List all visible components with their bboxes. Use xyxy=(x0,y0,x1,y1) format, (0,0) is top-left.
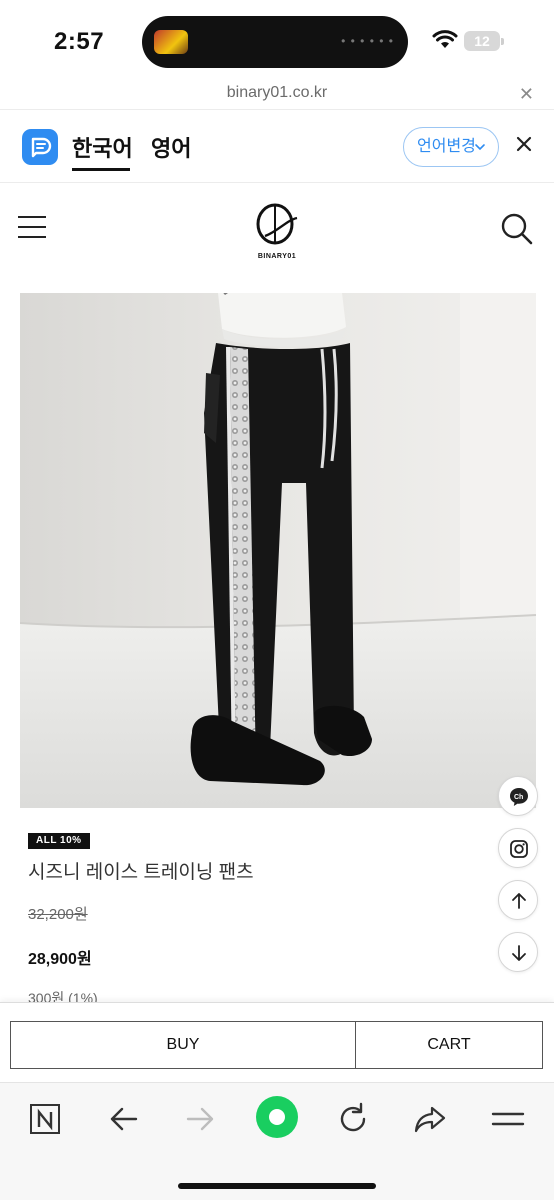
sale-price: 28,900원 xyxy=(28,951,92,968)
original-price: 32,200원 xyxy=(28,906,88,923)
dynamic-island: • • • • • • xyxy=(142,16,408,68)
chat-icon: Ch xyxy=(510,788,528,806)
change-language-button[interactable]: 언어변경 xyxy=(403,127,499,167)
product-image[interactable] xyxy=(20,293,536,808)
cart-button[interactable]: CART xyxy=(355,1021,543,1069)
translate-bar: 한국어 영어 언어변경 xyxy=(0,111,554,183)
close-icon[interactable]: ✕ xyxy=(519,84,534,105)
discount-badge: ALL 10% xyxy=(28,833,90,849)
naver-icon[interactable] xyxy=(26,1099,66,1139)
arrow-up-icon xyxy=(512,893,526,909)
brand-logo[interactable]: BINARY01 xyxy=(250,200,304,260)
wifi-icon xyxy=(432,30,458,48)
change-language-label: 언어변경 xyxy=(417,138,476,155)
search-icon[interactable] xyxy=(500,212,534,246)
live-activity-app-icon xyxy=(154,30,188,54)
scroll-top-button[interactable] xyxy=(498,880,538,920)
home-indicator xyxy=(178,1183,376,1189)
buy-button[interactable]: BUY xyxy=(10,1021,356,1069)
chat-button[interactable]: Ch xyxy=(498,776,538,816)
back-icon[interactable] xyxy=(104,1099,144,1139)
purchase-bar: BUY CART xyxy=(0,1002,554,1082)
menu-icon[interactable] xyxy=(488,1099,528,1139)
status-bar: 2:57 • • • • • • 12 xyxy=(0,0,554,82)
tab-korean[interactable]: 한국어 xyxy=(72,131,133,163)
active-tab-underline xyxy=(72,168,130,171)
chevron-down-icon xyxy=(475,144,485,151)
green-home-icon[interactable] xyxy=(255,1095,299,1139)
browser-toolbar xyxy=(0,1082,554,1200)
share-icon[interactable] xyxy=(410,1099,450,1139)
product-name: 시즈니 레이스 트레이닝 팬츠 xyxy=(28,862,254,883)
hamburger-menu-icon[interactable] xyxy=(18,214,48,240)
reload-icon[interactable] xyxy=(333,1099,373,1139)
instagram-button[interactable] xyxy=(498,828,538,868)
translate-app-icon xyxy=(22,129,58,165)
brand-name: BINARY01 xyxy=(257,253,297,260)
url-text[interactable]: binary01.co.kr xyxy=(0,84,554,102)
arrow-down-icon xyxy=(512,945,526,961)
island-dots-icon: • • • • • • xyxy=(341,34,394,48)
scroll-bottom-button[interactable] xyxy=(498,932,538,972)
site-header: BINARY01 xyxy=(0,184,554,284)
battery-tip xyxy=(501,38,504,45)
url-bar[interactable]: binary01.co.kr ✕ xyxy=(0,82,554,110)
forward-icon[interactable] xyxy=(180,1099,220,1139)
svg-text:Ch: Ch xyxy=(514,794,523,801)
tab-english[interactable]: 영어 xyxy=(151,131,191,163)
close-translate-icon[interactable] xyxy=(514,134,534,154)
brand-mark-icon xyxy=(256,203,298,245)
instagram-icon xyxy=(510,840,528,858)
battery-indicator: 12 xyxy=(464,31,500,51)
status-time: 2:57 xyxy=(54,28,105,55)
